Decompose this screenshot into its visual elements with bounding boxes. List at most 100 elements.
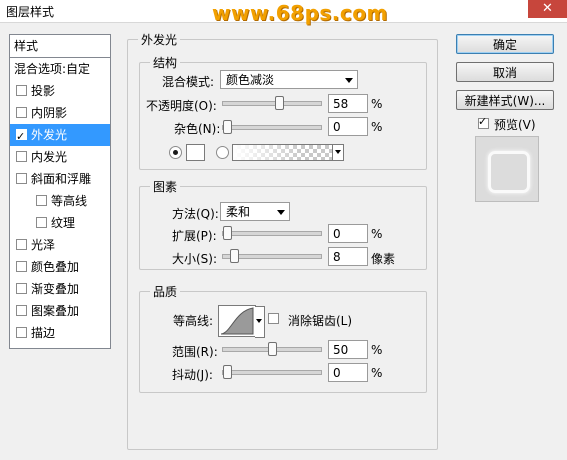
blend-mode-value: 颜色减淡	[226, 73, 275, 87]
spread-input[interactable]: 0	[328, 224, 368, 243]
opacity-slider[interactable]	[222, 96, 322, 110]
glow-color-swatch[interactable]	[186, 144, 205, 161]
style-list-item-label: 渐变叠加	[31, 282, 80, 296]
jitter-input[interactable]: 0	[328, 363, 368, 382]
style-list-header[interactable]: 样式	[10, 35, 110, 58]
title-bar: 图层样式 www.68ps.com ✕	[0, 0, 567, 25]
blend-mode-label: 混合模式:	[162, 75, 215, 89]
gradient-mode-radio[interactable]	[216, 146, 229, 159]
antialias-label: 消除锯齿(L)	[288, 314, 353, 328]
style-checkbox[interactable]	[36, 217, 47, 228]
preview-checkbox[interactable]	[478, 115, 489, 129]
style-list-item[interactable]: 斜面和浮雕	[10, 168, 110, 190]
style-list-item-label: 图案叠加	[31, 304, 80, 318]
spread-unit: %	[371, 227, 383, 241]
style-checkbox[interactable]	[16, 305, 27, 316]
new-style-button[interactable]: 新建样式(W)...	[456, 90, 554, 110]
gradient-fade	[233, 145, 303, 160]
style-list-item[interactable]: 内阴影	[10, 102, 110, 124]
contour-label: 等高线:	[173, 314, 214, 328]
preview-label: 预览(V)	[494, 118, 536, 132]
preview-shape	[488, 151, 530, 193]
style-list-item[interactable]: 描边	[10, 322, 110, 344]
style-list-item[interactable]: 颜色叠加	[10, 256, 110, 278]
range-input[interactable]: 50	[328, 340, 368, 359]
size-label: 大小(S):	[172, 252, 218, 266]
structure-title: 结构	[150, 54, 181, 71]
opacity-label: 不透明度(O):	[146, 99, 217, 113]
noise-slider[interactable]	[222, 120, 322, 134]
style-list-item[interactable]: 纹理	[10, 212, 110, 234]
style-list-item[interactable]: 渐变叠加	[10, 278, 110, 300]
style-list: 样式 混合选项:自定 投影内阴影外发光内发光斜面和浮雕等高线纹理光泽颜色叠加渐变…	[9, 34, 111, 349]
jitter-unit: %	[371, 366, 383, 380]
style-checkbox[interactable]	[16, 107, 27, 118]
range-label: 范围(R):	[172, 345, 218, 359]
style-list-item[interactable]: 投影	[10, 80, 110, 102]
spread-slider-thumb[interactable]	[223, 226, 232, 240]
quality-title: 品质	[150, 283, 181, 300]
style-list-item[interactable]: 图案叠加	[10, 300, 110, 322]
size-unit: 像素	[371, 252, 396, 266]
style-checkbox[interactable]	[16, 283, 27, 294]
watermark-logo: www.68ps.com	[212, 1, 388, 25]
chevron-down-icon[interactable]	[332, 145, 343, 160]
noise-slider-thumb[interactable]	[223, 120, 232, 134]
window-title: 图层样式	[6, 5, 55, 19]
contour-picker[interactable]	[218, 305, 265, 338]
style-checkbox[interactable]	[16, 239, 27, 250]
style-list-item-label: 描边	[31, 326, 56, 340]
spread-slider[interactable]	[222, 226, 322, 240]
noise-unit: %	[371, 120, 383, 134]
style-list-item-label: 内阴影	[31, 106, 68, 120]
style-list-item-label: 内发光	[31, 150, 68, 164]
style-checkbox[interactable]	[16, 126, 27, 148]
style-checkbox[interactable]	[16, 151, 27, 162]
noise-input[interactable]: 0	[328, 117, 368, 136]
blend-options-item[interactable]: 混合选项:自定	[10, 58, 110, 80]
opacity-slider-thumb[interactable]	[275, 96, 284, 110]
chevron-down-icon[interactable]	[255, 306, 265, 338]
technique-value: 柔和	[226, 205, 251, 219]
style-list-item-label: 等高线	[51, 194, 88, 208]
style-list-item-label: 投影	[31, 84, 56, 98]
technique-label: 方法(Q):	[172, 207, 219, 221]
glow-gradient-picker[interactable]	[232, 144, 344, 161]
antialias-checkbox[interactable]	[268, 313, 279, 324]
style-checkbox[interactable]	[16, 173, 27, 184]
style-list-item-label: 光泽	[31, 238, 56, 252]
close-button[interactable]: ✕	[528, 0, 567, 18]
chevron-down-icon	[277, 210, 285, 215]
blend-mode-select[interactable]: 颜色减淡	[220, 70, 358, 89]
opacity-unit: %	[371, 97, 383, 111]
range-slider-thumb[interactable]	[268, 342, 277, 356]
style-list-item-label: 纹理	[51, 216, 76, 230]
size-slider[interactable]	[222, 249, 322, 263]
opacity-input[interactable]: 58	[328, 94, 368, 113]
contour-curve-icon	[220, 307, 254, 335]
range-unit: %	[371, 343, 383, 357]
style-list-item[interactable]: 外发光	[10, 124, 110, 148]
style-checkbox[interactable]	[16, 85, 27, 96]
style-checkbox[interactable]	[16, 261, 27, 272]
style-checkbox[interactable]	[36, 195, 47, 206]
style-list-item-label: 斜面和浮雕	[31, 172, 92, 186]
style-checkbox[interactable]	[16, 327, 27, 338]
style-list-item[interactable]: 等高线	[10, 190, 110, 212]
jitter-slider[interactable]	[222, 365, 322, 379]
ok-button[interactable]: 确定	[456, 34, 554, 54]
chevron-down-icon	[345, 78, 353, 83]
spread-label: 扩展(P):	[172, 229, 217, 243]
color-mode-radio[interactable]	[169, 146, 182, 159]
style-list-item[interactable]: 内发光	[10, 146, 110, 168]
jitter-slider-thumb[interactable]	[223, 365, 232, 379]
noise-label: 杂色(N):	[174, 122, 221, 136]
style-list-item[interactable]: 光泽	[10, 234, 110, 256]
style-preview	[475, 136, 539, 202]
outer-glow-title: 外发光	[138, 31, 181, 48]
size-slider-thumb[interactable]	[230, 249, 239, 263]
size-input[interactable]: 8	[328, 247, 368, 266]
range-slider[interactable]	[222, 342, 322, 356]
cancel-button[interactable]: 取消	[456, 62, 554, 82]
technique-select[interactable]: 柔和	[220, 202, 290, 221]
